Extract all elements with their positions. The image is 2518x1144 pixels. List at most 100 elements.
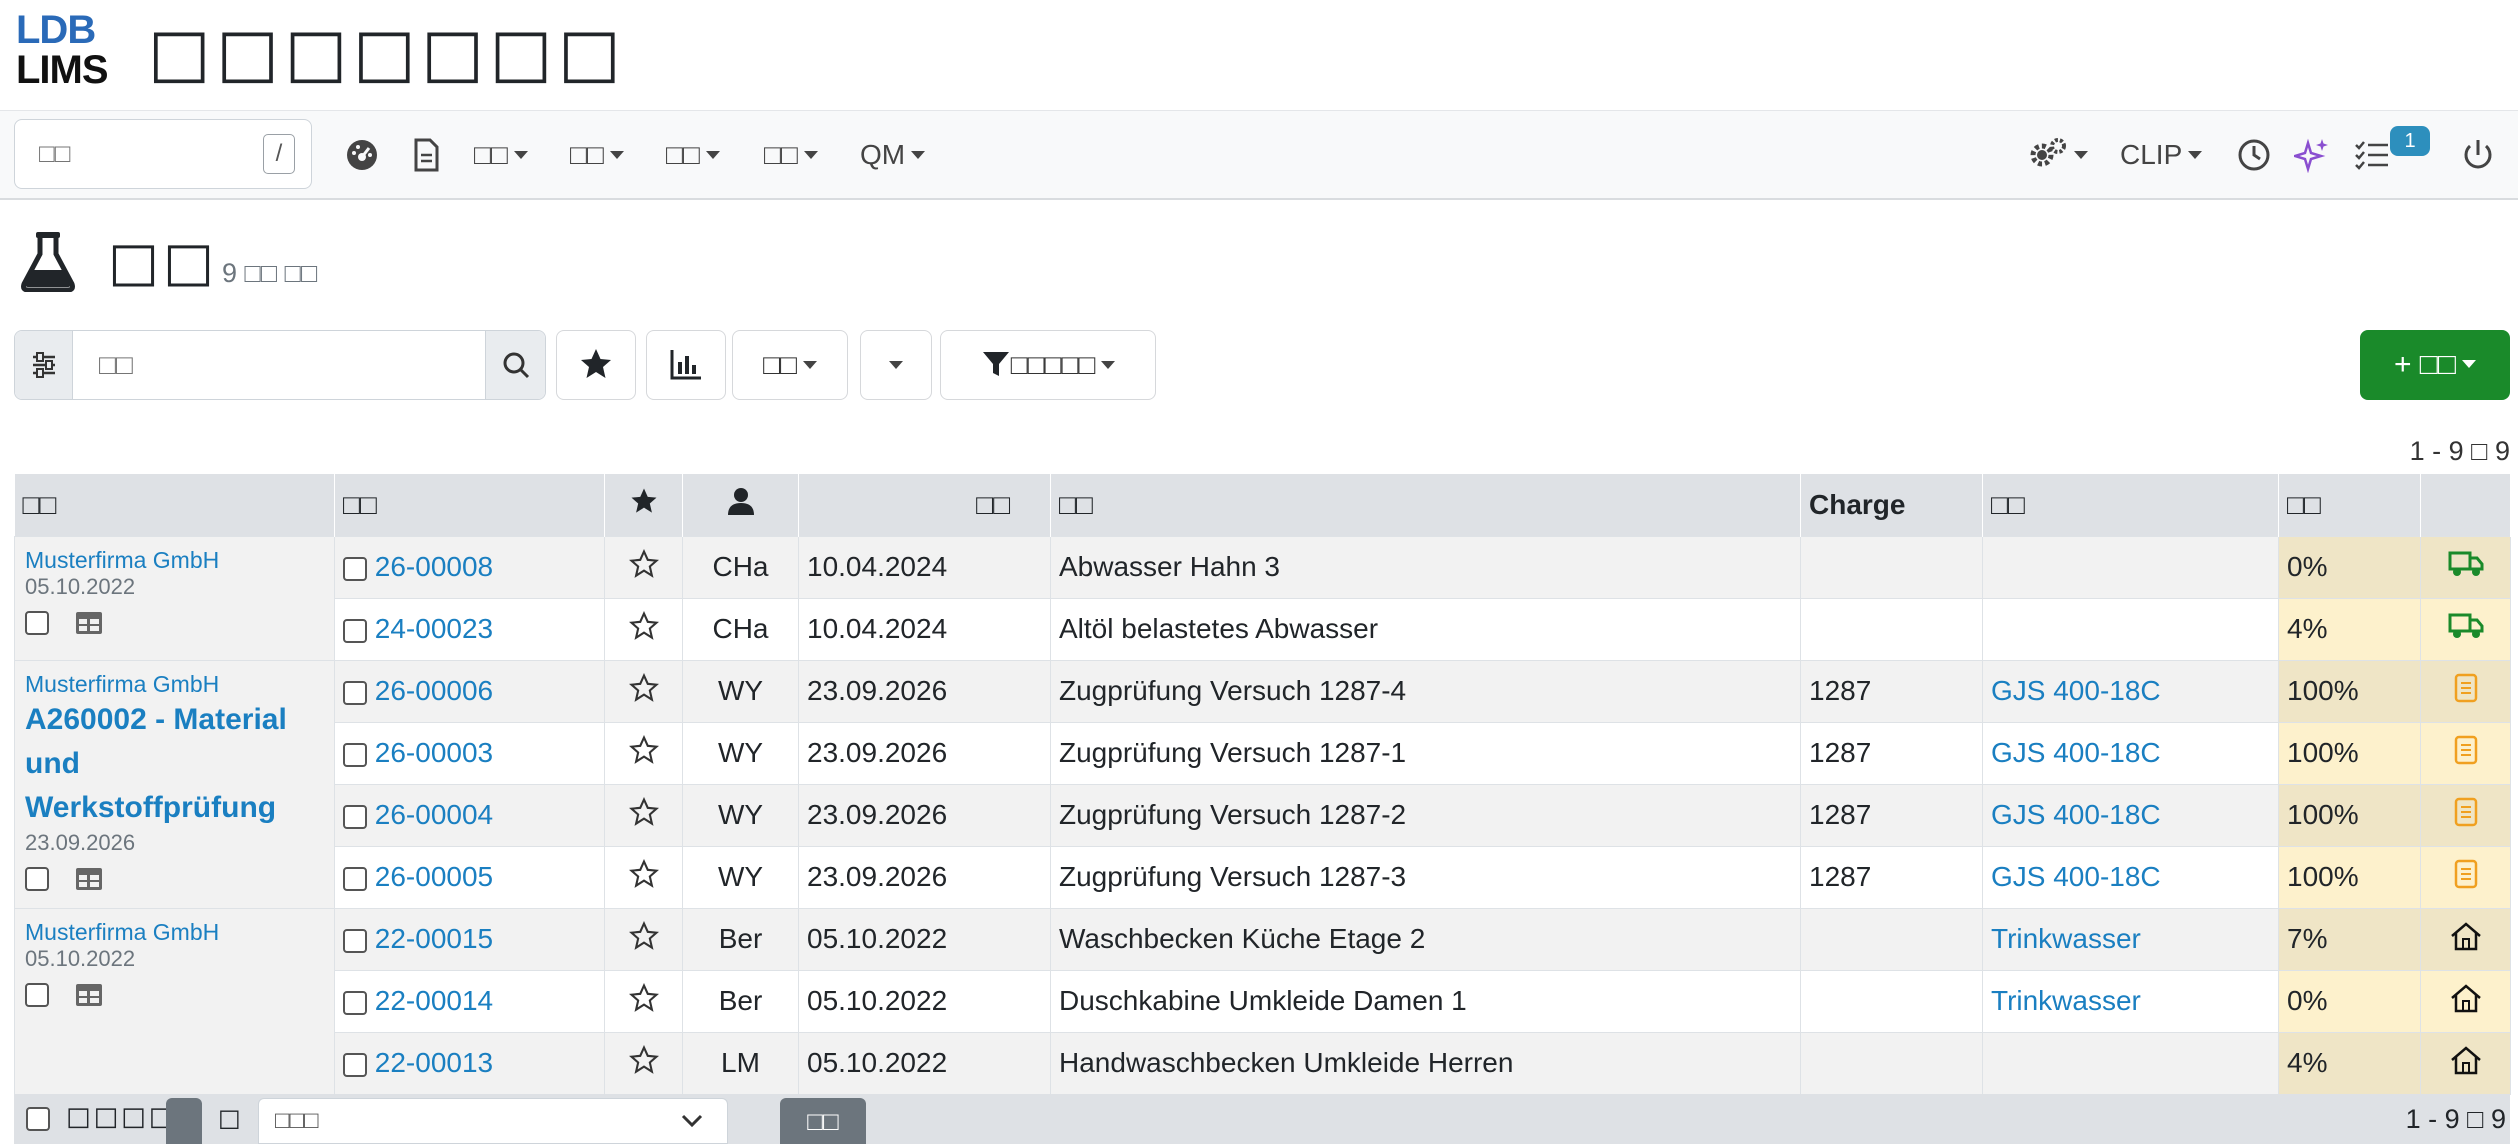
view-dropdown[interactable]: □□ bbox=[732, 330, 848, 400]
sparkles-icon[interactable] bbox=[2294, 137, 2330, 173]
favorite-toggle[interactable] bbox=[604, 783, 683, 847]
sample-number-link[interactable]: 26-00003 bbox=[375, 737, 493, 768]
sample-number-link[interactable]: 22-00013 bbox=[375, 1047, 493, 1078]
new-sample-button[interactable]: + □□ bbox=[2360, 330, 2510, 400]
col-description[interactable]: □□ bbox=[1050, 474, 1801, 536]
sample-number-link[interactable]: 26-00005 bbox=[375, 861, 493, 892]
row-checkbox[interactable] bbox=[343, 680, 367, 705]
more-dropdown[interactable] bbox=[860, 330, 932, 400]
table-icon[interactable] bbox=[75, 867, 103, 891]
favorite-toggle[interactable] bbox=[604, 907, 683, 971]
row-checkbox[interactable] bbox=[343, 618, 367, 643]
sample-number-link[interactable]: 22-00014 bbox=[375, 985, 493, 1016]
sample-number-link[interactable]: 26-00006 bbox=[375, 675, 493, 706]
truck-icon[interactable] bbox=[2448, 549, 2484, 579]
col-date[interactable]: □□ bbox=[798, 474, 1051, 536]
nav-menu-1[interactable]: □□ bbox=[474, 111, 528, 199]
nav-menu-qm[interactable]: QM bbox=[860, 111, 926, 199]
nav-menu-3[interactable]: □□ bbox=[666, 111, 720, 199]
select-all-checkbox[interactable] bbox=[26, 1107, 50, 1131]
type-link[interactable]: GJS 400-18C bbox=[1991, 737, 2161, 768]
document-icon[interactable] bbox=[2454, 735, 2478, 765]
sample-number-link[interactable]: 26-00004 bbox=[375, 799, 493, 830]
table-row[interactable]: 22-00013 LM 05.10.2022 Handwaschbecken U… bbox=[15, 1031, 2511, 1095]
bulk-apply-button[interactable]: □□ bbox=[780, 1098, 866, 1144]
row-checkbox[interactable] bbox=[343, 742, 367, 767]
col-favorite[interactable] bbox=[604, 474, 683, 536]
truck-icon[interactable] bbox=[2448, 611, 2484, 641]
row-checkbox[interactable] bbox=[343, 990, 367, 1015]
group-customer-link[interactable]: Musterfirma GmbH bbox=[25, 671, 324, 698]
sample-number-link[interactable]: 24-00023 bbox=[375, 613, 493, 644]
bulk-toggle-button[interactable] bbox=[166, 1098, 202, 1144]
type-link[interactable]: GJS 400-18C bbox=[1991, 861, 2161, 892]
col-type[interactable]: □□ bbox=[1982, 474, 2279, 536]
row-checkbox[interactable] bbox=[343, 804, 367, 829]
global-search-input[interactable] bbox=[15, 120, 235, 186]
status-cell bbox=[2420, 659, 2511, 723]
col-progress[interactable]: □□ bbox=[2278, 474, 2421, 536]
type-link[interactable]: GJS 400-18C bbox=[1991, 799, 2161, 830]
col-number[interactable]: □□ bbox=[334, 474, 605, 536]
table-row[interactable]: Musterfirma GmbH 05.10.2022 26-00008 CHa… bbox=[14, 535, 2511, 661]
search-button[interactable] bbox=[485, 331, 545, 399]
type-link[interactable]: Trinkwasser bbox=[1991, 923, 2141, 954]
type-link[interactable]: GJS 400-18C bbox=[1991, 675, 2161, 706]
favorite-toggle[interactable] bbox=[604, 845, 683, 909]
sample-number-link[interactable]: 22-00015 bbox=[375, 923, 493, 954]
favorite-toggle[interactable] bbox=[604, 969, 683, 1033]
bulk-action-select[interactable]: □□□ bbox=[258, 1098, 728, 1144]
task-list-icon[interactable] bbox=[2354, 137, 2390, 173]
statistics-button[interactable] bbox=[646, 330, 726, 400]
table-row[interactable]: Musterfirma GmbH 05.10.2022 22-00015 Ber… bbox=[14, 907, 2511, 1095]
house-icon[interactable] bbox=[2450, 921, 2482, 951]
table-row[interactable]: 24-00023 CHa 10.04.2024 Altöl belastetes… bbox=[15, 597, 2511, 661]
favorite-toggle[interactable] bbox=[604, 721, 683, 785]
type-link[interactable]: Trinkwasser bbox=[1991, 985, 2141, 1016]
table-row[interactable]: Musterfirma GmbH A260002 - Material und … bbox=[14, 659, 2511, 909]
settings-menu[interactable] bbox=[2028, 111, 2088, 199]
col-user[interactable] bbox=[682, 474, 799, 536]
document-icon[interactable] bbox=[2454, 673, 2478, 703]
row-checkbox[interactable] bbox=[343, 928, 367, 953]
row-checkbox[interactable] bbox=[343, 1052, 367, 1077]
sample-number-link[interactable]: 26-00008 bbox=[375, 551, 493, 582]
house-icon[interactable] bbox=[2450, 1045, 2482, 1075]
group-title-link[interactable]: A260002 - Material und Werkstoffprüfung bbox=[25, 698, 324, 830]
favorites-button[interactable] bbox=[556, 330, 636, 400]
document-icon[interactable] bbox=[408, 137, 444, 173]
nav-menu-4[interactable]: □□ bbox=[764, 111, 818, 199]
favorite-toggle[interactable] bbox=[604, 659, 683, 723]
document-icon[interactable] bbox=[2454, 859, 2478, 889]
nav-menu-2[interactable]: □□ bbox=[570, 111, 624, 199]
table-icon[interactable] bbox=[75, 983, 103, 1007]
favorite-toggle[interactable] bbox=[604, 597, 683, 661]
power-icon[interactable] bbox=[2460, 137, 2496, 173]
row-checkbox[interactable] bbox=[343, 866, 367, 891]
filter-options-button[interactable] bbox=[15, 331, 73, 399]
table-row[interactable]: 26-00005 WY 23.09.2026 Zugprüfung Versuc… bbox=[15, 845, 2511, 909]
group-checkbox[interactable] bbox=[25, 867, 49, 892]
row-checkbox[interactable] bbox=[343, 556, 367, 581]
favorite-toggle[interactable] bbox=[604, 1031, 683, 1095]
table-row[interactable]: 26-00004 WY 23.09.2026 Zugprüfung Versuc… bbox=[15, 783, 2511, 847]
group-checkbox[interactable] bbox=[25, 983, 49, 1008]
clip-menu[interactable]: CLIP bbox=[2120, 111, 2203, 199]
group-customer-link[interactable]: Musterfirma GmbH bbox=[25, 919, 324, 946]
table-row[interactable]: 22-00014 Ber 05.10.2022 Duschkabine Umkl… bbox=[15, 969, 2511, 1033]
table-icon[interactable] bbox=[75, 611, 103, 635]
col-group[interactable]: □□ bbox=[14, 474, 335, 536]
house-icon[interactable] bbox=[2450, 983, 2482, 1013]
col-charge[interactable]: Charge bbox=[1800, 474, 1983, 536]
group-customer-link[interactable]: Musterfirma GmbH bbox=[25, 547, 324, 574]
group-checkbox[interactable] bbox=[25, 611, 49, 636]
app-logo[interactable]: LDB LIMS bbox=[16, 10, 110, 90]
clock-icon[interactable] bbox=[2236, 137, 2272, 173]
filter-dropdown[interactable]: □□□□□ bbox=[940, 330, 1156, 400]
table-row[interactable]: 26-00003 WY 23.09.2026 Zugprüfung Versuc… bbox=[15, 721, 2511, 785]
favorite-toggle[interactable] bbox=[604, 535, 683, 599]
dashboard-icon[interactable] bbox=[344, 137, 380, 173]
document-icon[interactable] bbox=[2454, 797, 2478, 827]
list-search-input[interactable] bbox=[75, 331, 485, 399]
global-search[interactable]: / bbox=[14, 119, 312, 189]
